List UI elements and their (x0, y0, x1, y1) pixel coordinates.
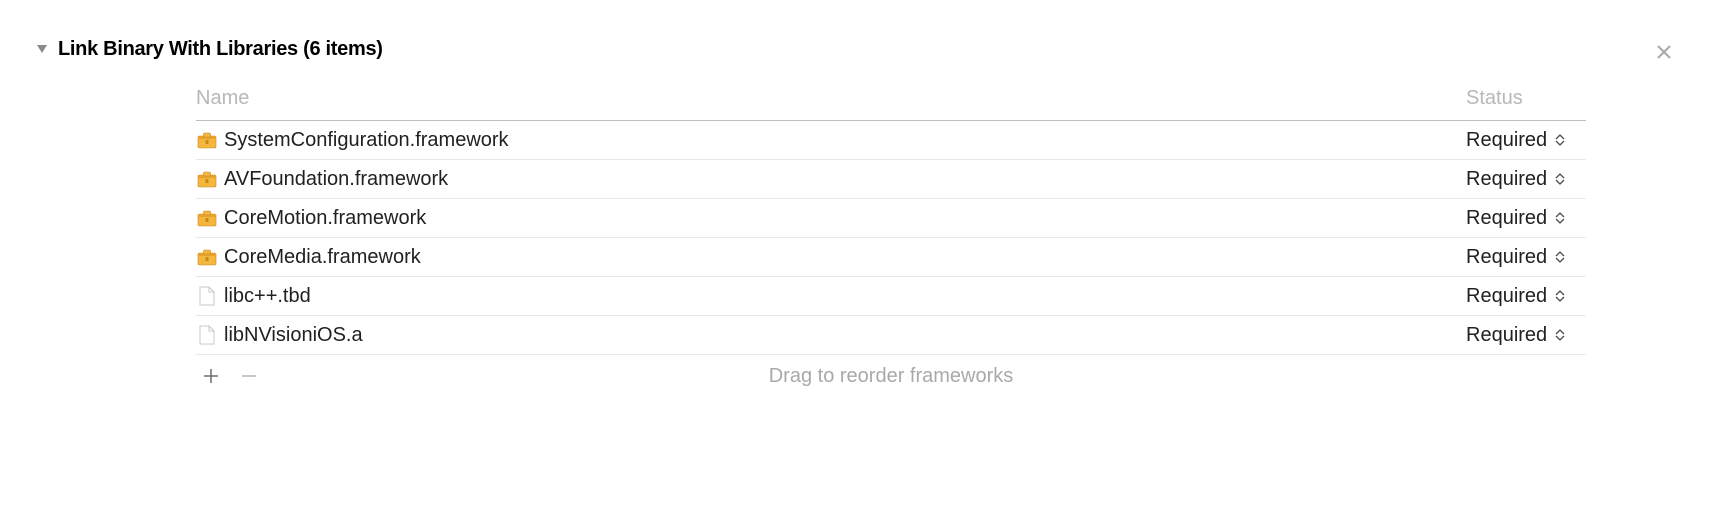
add-button[interactable] (200, 365, 222, 387)
status-value: Required (1466, 324, 1547, 347)
row-name-cell: CoreMedia.framework (196, 246, 1466, 269)
framework-icon (196, 209, 218, 227)
table-row[interactable]: AVFoundation.framework Required (196, 160, 1586, 199)
remove-button[interactable] (238, 365, 260, 387)
library-name: libc++.tbd (224, 285, 311, 308)
close-icon[interactable] (1656, 42, 1672, 64)
library-name: AVFoundation.framework (224, 168, 448, 191)
table-footer: Drag to reorder frameworks (196, 355, 1586, 397)
table-row[interactable]: CoreMedia.framework Required (196, 238, 1586, 277)
framework-icon (196, 170, 218, 188)
file-icon (196, 285, 218, 307)
row-status-cell[interactable]: Required (1466, 324, 1586, 347)
row-status-cell[interactable]: Required (1466, 207, 1586, 230)
section-title: Link Binary With Libraries (6 items) (58, 38, 383, 61)
footer-hint: Drag to reorder frameworks (196, 365, 1586, 388)
status-stepper-icon[interactable] (1555, 290, 1565, 302)
framework-icon (196, 131, 218, 149)
status-value: Required (1466, 168, 1547, 191)
library-name: libNVisioniOS.a (224, 324, 363, 347)
table-row[interactable]: libc++.tbd Required (196, 277, 1586, 316)
row-status-cell[interactable]: Required (1466, 168, 1586, 191)
status-stepper-icon[interactable] (1555, 329, 1565, 341)
status-stepper-icon[interactable] (1555, 251, 1565, 263)
status-value: Required (1466, 129, 1547, 152)
status-value: Required (1466, 285, 1547, 308)
section-header: Link Binary With Libraries (6 items) (36, 38, 1692, 61)
status-value: Required (1466, 246, 1547, 269)
row-name-cell: libc++.tbd (196, 285, 1466, 308)
column-header-name[interactable]: Name (196, 87, 1466, 110)
library-name: CoreMedia.framework (224, 246, 421, 269)
library-name: CoreMotion.framework (224, 207, 426, 230)
table-header: Name Status (196, 87, 1586, 120)
row-status-cell[interactable]: Required (1466, 246, 1586, 269)
libraries-table: Name Status SystemConfiguration.framewor… (196, 87, 1586, 397)
status-stepper-icon[interactable] (1555, 212, 1565, 224)
disclosure-triangle-icon[interactable] (36, 43, 48, 57)
row-name-cell: libNVisioniOS.a (196, 324, 1466, 347)
table-row[interactable]: CoreMotion.framework Required (196, 199, 1586, 238)
row-name-cell: SystemConfiguration.framework (196, 129, 1466, 152)
row-status-cell[interactable]: Required (1466, 285, 1586, 308)
column-header-status[interactable]: Status (1466, 87, 1586, 110)
framework-icon (196, 248, 218, 266)
library-name: SystemConfiguration.framework (224, 129, 509, 152)
table-row[interactable]: SystemConfiguration.framework Required (196, 121, 1586, 160)
table-row[interactable]: libNVisioniOS.a Required (196, 316, 1586, 355)
status-value: Required (1466, 207, 1547, 230)
status-stepper-icon[interactable] (1555, 134, 1565, 146)
row-name-cell: CoreMotion.framework (196, 207, 1466, 230)
row-status-cell[interactable]: Required (1466, 129, 1586, 152)
row-name-cell: AVFoundation.framework (196, 168, 1466, 191)
status-stepper-icon[interactable] (1555, 173, 1565, 185)
file-icon (196, 324, 218, 346)
